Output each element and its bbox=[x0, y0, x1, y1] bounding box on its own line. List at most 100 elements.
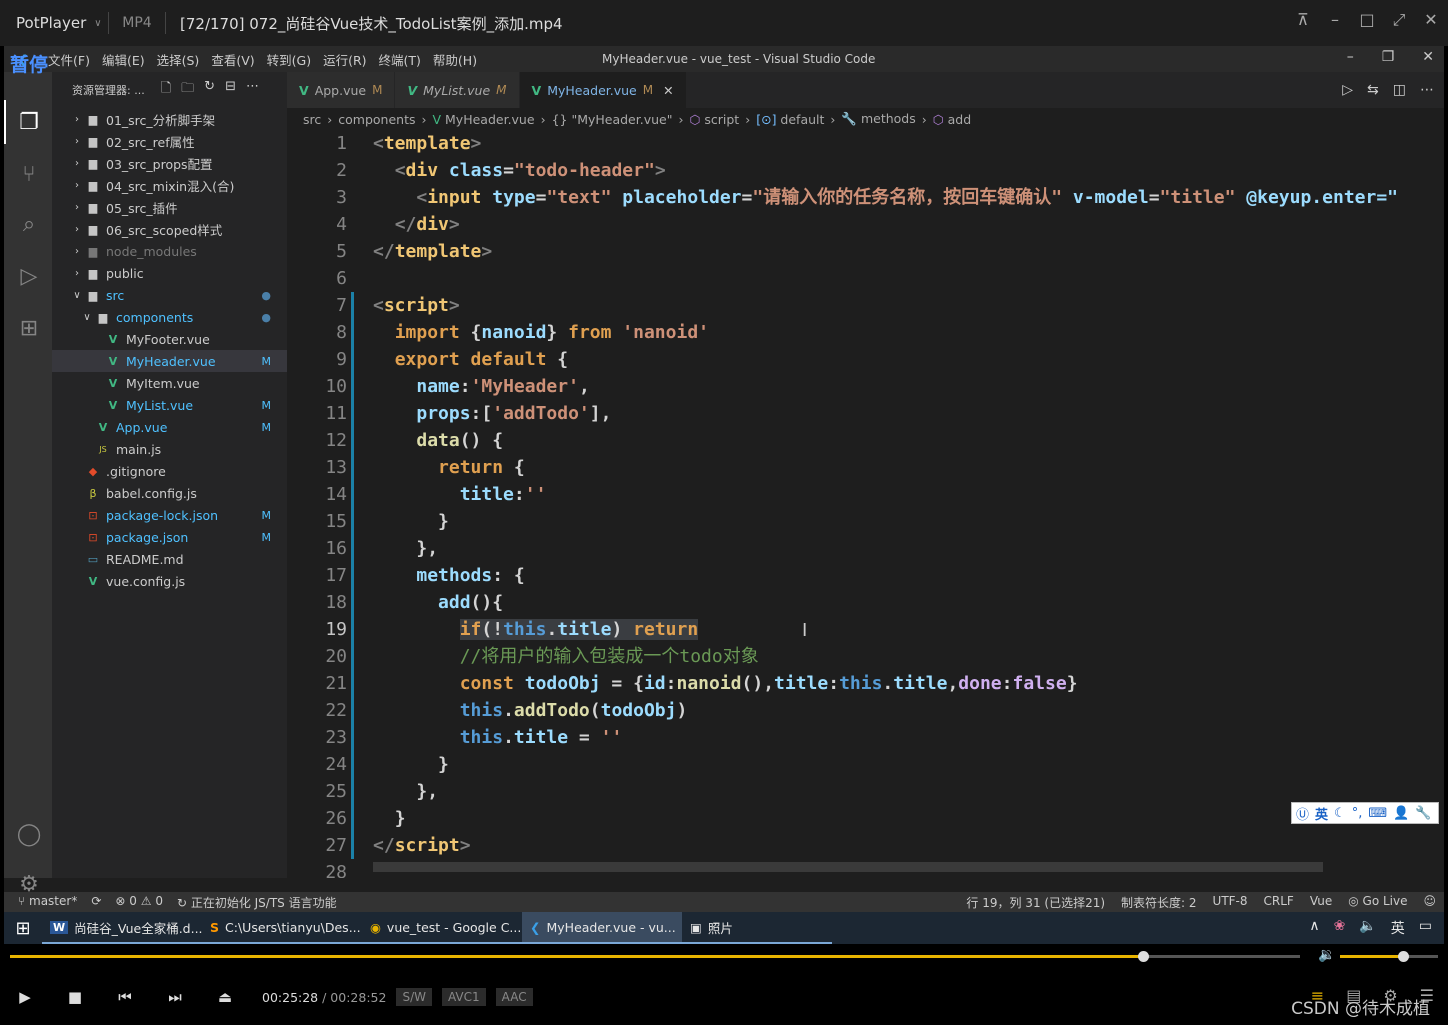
feedback-icon[interactable]: ☺ bbox=[1423, 894, 1436, 911]
breadcrumb-item[interactable]: 🔧 methods bbox=[841, 111, 915, 127]
refresh-icon[interactable]: ↻ bbox=[204, 79, 215, 101]
eol[interactable]: CRLF bbox=[1264, 894, 1294, 911]
more-icon[interactable]: ⋯ bbox=[1420, 82, 1434, 98]
breadcrumb-item[interactable]: ⬡ add bbox=[933, 112, 971, 127]
stop-icon[interactable]: ■ bbox=[50, 988, 100, 1006]
tree-item[interactable]: V MyHeader.vue M bbox=[52, 350, 287, 372]
go-live[interactable]: ◎ Go Live bbox=[1348, 894, 1407, 911]
input-lang[interactable]: 英 bbox=[1391, 918, 1405, 938]
menu-view[interactable]: 查看(V) bbox=[205, 50, 260, 69]
tree-item[interactable]: › ▆ public bbox=[52, 262, 287, 284]
volume-icon[interactable]: 🔉 bbox=[1318, 947, 1335, 963]
problems-indicator[interactable]: ⊗ 0 ⚠ 0 bbox=[115, 894, 163, 911]
taskbar-app-photos[interactable]: ▣ 照片 bbox=[682, 912, 832, 944]
tree-item[interactable]: › ▆ 01_src_分析脚手架 bbox=[52, 108, 287, 130]
tab-app-vue[interactable]: V App.vue M bbox=[287, 72, 396, 108]
new-file-icon[interactable]: 🗋 bbox=[161, 79, 171, 101]
menu-file[interactable]: 文件(F) bbox=[42, 50, 96, 69]
code-editor[interactable]: 1 <template> 2 <div class="todo-header"> 3 … bbox=[287, 130, 1444, 878]
new-folder-icon[interactable]: 🗀 bbox=[181, 79, 194, 101]
tab-myheader-vue[interactable]: V MyHeader.vue M ✕ bbox=[519, 72, 687, 108]
taskbar-app-vscode[interactable]: ❮ MyHeader.vue - vu... bbox=[522, 912, 682, 944]
tree-item[interactable]: Vvue.config.js bbox=[52, 570, 287, 592]
taskbar-app-sublime[interactable]: S C:\Users\tianyu\Des... bbox=[202, 912, 362, 944]
badge-audio-codec[interactable]: AAC bbox=[495, 988, 533, 1006]
language-mode[interactable]: Vue bbox=[1310, 894, 1332, 911]
breadcrumb-item[interactable]: src bbox=[303, 112, 321, 127]
breadcrumb-item[interactable]: {} "MyHeader.vue" bbox=[552, 112, 673, 127]
tree-item[interactable]: › ▆ node_modules bbox=[52, 240, 287, 262]
breadcrumb-item[interactable]: [⊙] default bbox=[756, 112, 824, 127]
ime-toolbar[interactable]: Ⓤ 英 ☾ °, ⌨ 👤 🔧 bbox=[1291, 802, 1439, 824]
explorer-icon[interactable]: ❐ bbox=[16, 110, 42, 136]
encoding[interactable]: UTF-8 bbox=[1213, 894, 1248, 911]
volume-handle[interactable] bbox=[1397, 951, 1409, 962]
menu-help[interactable]: 帮助(H) bbox=[427, 50, 483, 69]
tree-item[interactable]: › ▆ 04_src_mixin混入(合) bbox=[52, 174, 287, 196]
breadcrumb-item[interactable]: ⬡ script bbox=[689, 112, 739, 127]
tree-item[interactable]: ∨ ▆ components ● bbox=[52, 306, 287, 328]
minimize-icon[interactable]: – bbox=[1347, 49, 1354, 65]
restore-icon[interactable]: ❐ bbox=[1382, 49, 1395, 65]
player-menu-button[interactable]: PotPlayer ∨ bbox=[0, 14, 108, 32]
run-icon[interactable]: ▷ bbox=[1342, 82, 1353, 98]
seek-handle[interactable] bbox=[1137, 951, 1149, 962]
tree-item[interactable]: › ▆ 05_src_插件 bbox=[52, 196, 287, 218]
tree-item[interactable]: ⊡ package.json M bbox=[52, 526, 287, 548]
tree-item[interactable]: V App.vue M bbox=[52, 416, 287, 438]
close-icon[interactable]: ✕ bbox=[1422, 49, 1434, 65]
next-icon[interactable]: ⏭ bbox=[150, 988, 200, 1006]
tree-item[interactable]: › ▆ 03_src_props配置 bbox=[52, 152, 287, 174]
badge-sw[interactable]: S/W bbox=[396, 988, 432, 1006]
close-icon[interactable]: ✕ bbox=[1422, 10, 1440, 30]
close-tab-icon[interactable]: ✕ bbox=[663, 83, 673, 98]
extensions-icon[interactable]: ⊞ bbox=[16, 316, 42, 342]
run-debug-icon[interactable]: ▷ bbox=[16, 264, 42, 290]
tree-item[interactable]: ▭ README.md bbox=[52, 548, 287, 570]
badge-video-codec[interactable]: AVC1 bbox=[441, 988, 486, 1006]
breadcrumb-item[interactable]: V MyHeader.vue bbox=[432, 112, 534, 127]
minimize-icon[interactable]: – bbox=[1326, 10, 1344, 30]
collapse-all-icon[interactable]: ⊟ bbox=[225, 79, 236, 101]
previous-icon[interactable]: ⏮ bbox=[100, 988, 150, 1006]
tree-item[interactable]: V MyList.vue M bbox=[52, 394, 287, 416]
compare-icon[interactable]: ⇆ bbox=[1367, 82, 1379, 98]
menu-edit[interactable]: 编辑(E) bbox=[96, 50, 151, 69]
tree-item[interactable]: ◆ .gitignore bbox=[52, 460, 287, 482]
git-branch[interactable]: ⑂ master* bbox=[18, 894, 77, 911]
menu-run[interactable]: 运行(R) bbox=[317, 50, 372, 69]
tree-item[interactable]: V MyItem.vue bbox=[52, 372, 287, 394]
menu-selection[interactable]: 选择(S) bbox=[151, 50, 206, 69]
tree-item[interactable]: ⊡ package-lock.json M bbox=[52, 504, 287, 526]
tree-item[interactable]: › ▆ 06_src_scoped样式 bbox=[52, 218, 287, 240]
tree-item[interactable]: V MyFooter.vue bbox=[52, 328, 287, 350]
speaker-icon[interactable]: 🔈 bbox=[1359, 918, 1376, 938]
source-control-icon[interactable]: ⑂ bbox=[16, 162, 42, 188]
taskbar-app-word[interactable]: W 尚硅谷_Vue全家桶.d... bbox=[42, 912, 202, 944]
search-icon[interactable]: ⌕ bbox=[16, 212, 42, 238]
tree-item[interactable]: › ▆ 02_src_ref属性 bbox=[52, 130, 287, 152]
fullscreen-icon[interactable]: ⤢ bbox=[1390, 10, 1408, 30]
taskbar-app-chrome[interactable]: ◉ vue_test - Google C... bbox=[362, 912, 522, 944]
more-icon[interactable]: ⋯ bbox=[246, 79, 259, 101]
tree-item[interactable]: JS main.js bbox=[52, 438, 287, 460]
tab-mylist-vue[interactable]: V MyList.vue M bbox=[395, 72, 520, 108]
volume-slider[interactable] bbox=[1340, 951, 1438, 962]
chevron-up-icon[interactable]: ∧ bbox=[1309, 918, 1319, 938]
play-icon[interactable]: ▶ bbox=[0, 988, 50, 1006]
eject-icon[interactable]: ⏏ bbox=[200, 988, 250, 1006]
tray-app-icon[interactable]: ❀ bbox=[1334, 918, 1346, 938]
notification-icon[interactable]: ▭ bbox=[1419, 918, 1432, 938]
tab-size[interactable]: 制表符长度: 2 bbox=[1121, 894, 1197, 911]
tree-item[interactable]: ∨ ▆ src ● bbox=[52, 284, 287, 306]
seek-bar[interactable] bbox=[10, 951, 1300, 962]
account-icon[interactable]: ◯ bbox=[16, 822, 42, 848]
breadcrumb-item[interactable]: components bbox=[338, 112, 415, 127]
split-editor-icon[interactable]: ◫ bbox=[1393, 82, 1406, 98]
cursor-position[interactable]: 行 19，列 31 (已选择21) bbox=[966, 894, 1105, 911]
sync-icon[interactable]: ⟳ bbox=[91, 894, 101, 911]
windows-start-icon[interactable]: ⊞ bbox=[4, 918, 42, 939]
maximize-icon[interactable]: □ bbox=[1358, 10, 1376, 30]
tree-item[interactable]: β babel.config.js bbox=[52, 482, 287, 504]
menu-goto[interactable]: 转到(G) bbox=[261, 50, 317, 69]
